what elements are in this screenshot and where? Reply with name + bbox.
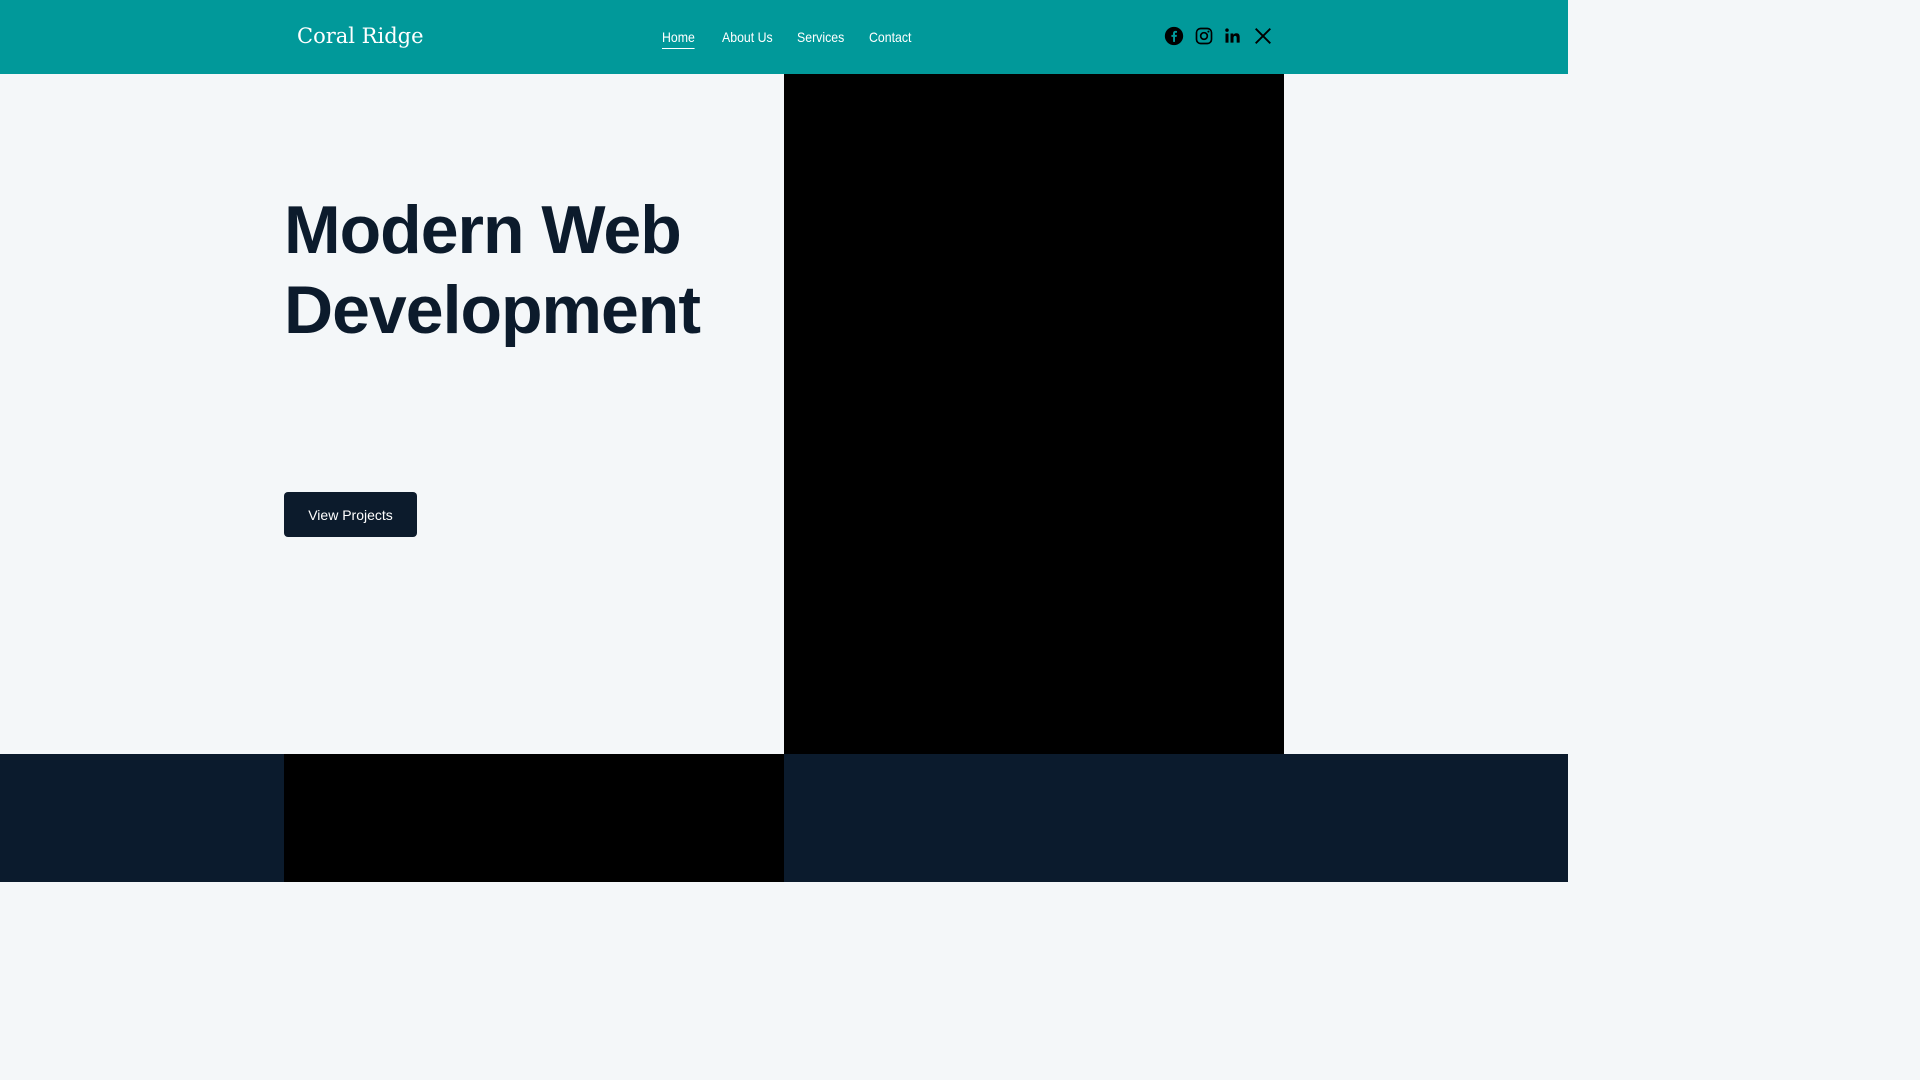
nav-item-home[interactable]: Home bbox=[662, 27, 696, 49]
top-navigation-bar: Coral Ridge Home About Us Services Conta… bbox=[0, 0, 1568, 74]
facebook-icon[interactable] bbox=[1164, 26, 1184, 46]
instagram-icon[interactable] bbox=[1194, 26, 1214, 46]
next-section-media-placeholder bbox=[284, 754, 784, 882]
nav-item-services[interactable]: Services bbox=[797, 27, 844, 47]
next-section-band bbox=[0, 754, 1568, 882]
hero-headline: Modern Web Development bbox=[284, 190, 764, 350]
brand-logo-text[interactable]: Coral Ridge bbox=[297, 20, 424, 52]
hero-right-margin bbox=[1284, 74, 1568, 754]
hero-headline-line-2: Development bbox=[284, 272, 701, 348]
linkedin-icon[interactable] bbox=[1223, 26, 1243, 46]
x-icon[interactable] bbox=[1253, 26, 1273, 46]
hero-media-placeholder bbox=[784, 74, 1284, 754]
nav-item-contact[interactable]: Contact bbox=[869, 27, 911, 47]
view-projects-button[interactable]: View Projects bbox=[284, 492, 417, 537]
hero-section bbox=[0, 74, 784, 754]
hero-headline-line-1: Modern Web bbox=[284, 192, 682, 268]
nav-item-about-us[interactable]: About Us bbox=[722, 27, 773, 47]
